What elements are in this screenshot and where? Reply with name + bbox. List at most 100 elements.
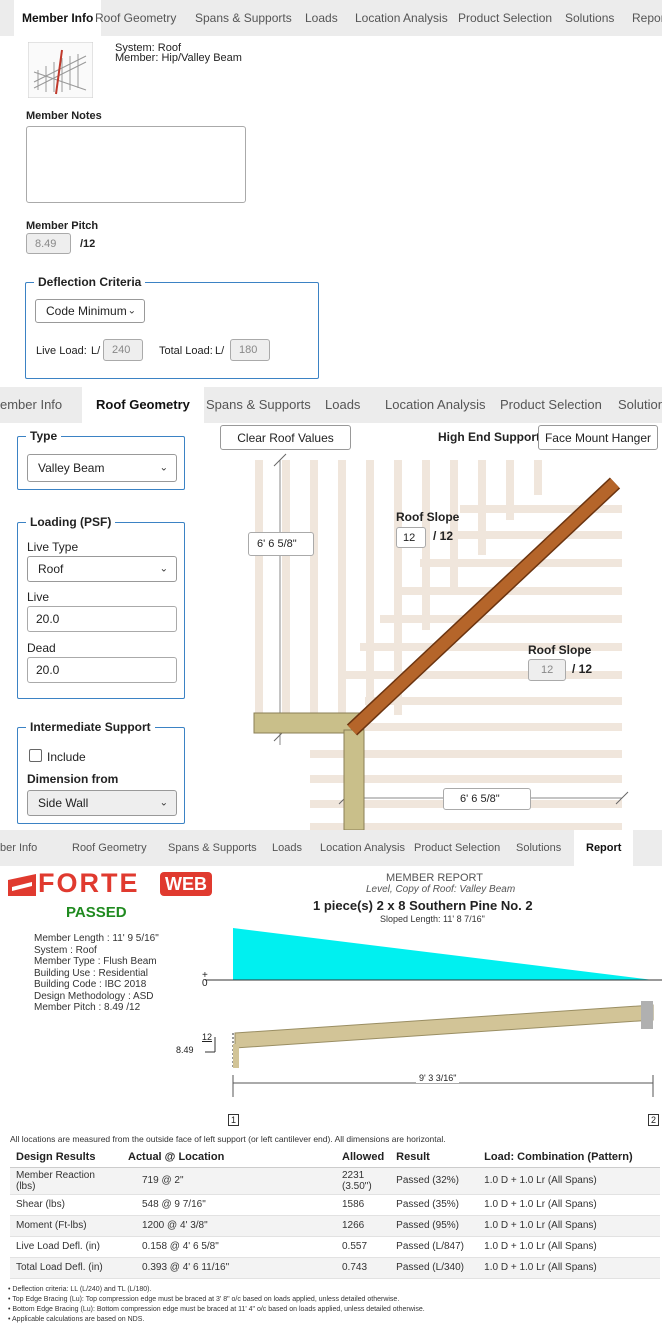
member-info-line: System : Roof	[34, 944, 97, 956]
table-cell: 1200 @ 4' 3/8"	[122, 1215, 262, 1237]
table-row: Moment (Ft-lbs) 1200 @ 4' 3/8" 1266 Pass…	[10, 1215, 660, 1237]
tab-product-selection[interactable]: Product Selection	[458, 11, 552, 25]
tab-roof-geometry[interactable]: Roof Geometry	[82, 387, 204, 423]
deflection-criteria-value: Code Minimum	[46, 304, 127, 318]
web-logo-badge: WEB	[160, 872, 212, 896]
table-cell: 719 @ 2"	[122, 1167, 262, 1195]
member-text: Member: Hip/Valley Beam	[115, 52, 242, 64]
tab-spans-supports[interactable]: Spans & Supports	[206, 397, 311, 412]
vertical-dimension-input[interactable]: 6' 6 5/8"	[248, 532, 314, 556]
tab-member-info[interactable]: Member Info	[14, 0, 102, 36]
member-info-line: Member Pitch : 8.49 /12	[34, 1002, 141, 1013]
tab-report[interactable]: Report	[632, 11, 662, 25]
live-type-select[interactable]: Roof ⌄	[27, 556, 177, 582]
type-select[interactable]: Valley Beam ⌄	[27, 454, 177, 482]
live-input[interactable]: 20.0	[27, 606, 177, 632]
tab-member-info[interactable]: ember Info	[0, 397, 62, 412]
chevron-down-icon: ⌄	[159, 797, 168, 809]
tab-loads[interactable]: Loads	[305, 11, 338, 25]
live-type-value: Roof	[38, 562, 64, 576]
tab-location-analysis[interactable]: Location Analysis	[320, 842, 405, 854]
member-notes-textarea[interactable]	[26, 126, 246, 203]
forte-flag-icon	[8, 874, 36, 896]
roof-slope-input-1[interactable]: 12	[396, 527, 426, 548]
tab-location-analysis[interactable]: Location Analysis	[355, 11, 448, 25]
table-cell: Member Reaction (lbs)	[10, 1167, 122, 1195]
table-cell: Passed (L/340)	[390, 1257, 479, 1279]
table-cell: 1.0 D + 1.0 Lr (All Spans)	[478, 1194, 660, 1216]
note-text: Applicable calculations are based on NDS…	[12, 1316, 145, 1323]
note-text: Top Edge Bracing (Lu): Top compression e…	[12, 1296, 400, 1303]
tab-solutions[interactable]: Solutions	[565, 11, 614, 25]
member-info-line: Building Code : IBC 2018	[34, 979, 147, 990]
roof-slope-label-1: Roof Slope	[396, 510, 460, 524]
load-distribution-area	[233, 928, 653, 980]
table-header: Allowed	[262, 1147, 391, 1168]
member-notes-label: Member Notes	[26, 110, 102, 122]
table-cell: 0.743	[262, 1257, 391, 1279]
tab-spans-supports[interactable]: Spans & Supports	[168, 842, 257, 854]
joist-right-5	[380, 615, 622, 623]
pitch-rise-label: 12	[202, 1032, 213, 1042]
dimension-from-select[interactable]: Side Wall ⌄	[27, 790, 177, 816]
rafter-left-11	[534, 460, 542, 495]
support-1-marker: 1	[228, 1114, 240, 1126]
beam-body	[234, 1004, 654, 1049]
note-text: Deflection criteria: LL (L/240) and TL (…	[12, 1286, 152, 1293]
total-load-l-prefix: L/	[215, 345, 225, 357]
tab-bar-report-view: ber Info Roof Geometry Spans & Supports …	[0, 830, 662, 866]
tab-location-analysis[interactable]: Location Analysis	[385, 397, 485, 412]
tab-spans-supports[interactable]: Spans & Supports	[195, 11, 292, 25]
horizontal-dimension-input[interactable]: 6' 6 5/8"	[443, 788, 531, 810]
rafter-left-1	[255, 460, 263, 715]
note-text: Bottom Edge Bracing (Lu): Bottom compres…	[12, 1306, 425, 1313]
high-end-support-label: High End Support	[438, 430, 540, 444]
table-cell: 1.0 D + 1.0 Lr (All Spans)	[478, 1167, 660, 1195]
forte-logo-text: FORTE	[38, 868, 140, 898]
tab-report[interactable]: Report	[574, 830, 634, 866]
high-end-support-select[interactable]: Face Mount Hanger	[538, 425, 658, 450]
tab-roof-geometry[interactable]: Roof Geometry	[72, 842, 147, 854]
span-dimension-label: 9' 3 3/16"	[416, 1073, 460, 1083]
intermediate-support-legend: Intermediate Support	[26, 720, 155, 734]
dimension-from-value: Side Wall	[38, 796, 89, 810]
rafter-left-8	[450, 460, 458, 590]
tab-product-selection[interactable]: Product Selection	[500, 397, 602, 412]
tab-roof-geometry[interactable]: Roof Geometry	[95, 11, 176, 25]
dead-label: Dead	[27, 641, 56, 655]
table-header: Result	[390, 1147, 479, 1168]
table-cell: 1586	[262, 1194, 391, 1216]
tab-loads[interactable]: Loads	[325, 397, 360, 412]
clear-roof-values-button[interactable]: Clear Roof Values	[220, 425, 351, 450]
tab-solutions[interactable]: Solutions	[618, 397, 662, 412]
deflection-criteria-legend: Deflection Criteria	[34, 275, 146, 289]
roof-slope-input-2[interactable]: 12	[528, 659, 566, 681]
dimension-from-label: Dimension from	[27, 772, 119, 786]
tab-member-info[interactable]: ber Info	[0, 842, 37, 854]
total-load-input[interactable]: 180	[230, 339, 270, 361]
table-cell: Passed (L/847)	[390, 1236, 479, 1258]
table-row: Member Reaction (lbs) 719 @ 2" 2231 (3.5…	[10, 1167, 660, 1195]
tab-product-selection[interactable]: Product Selection	[414, 842, 500, 854]
locations-note: All locations are measured from the outs…	[10, 1134, 446, 1144]
live-load-input[interactable]: 240	[103, 339, 143, 361]
type-legend: Type	[26, 429, 62, 443]
live-load-label: Live Load:	[36, 345, 87, 357]
chevron-down-icon: ⌄	[159, 563, 168, 575]
table-cell: 0.158 @ 4' 6 5/8"	[122, 1236, 262, 1258]
chevron-down-icon: ⌄	[159, 462, 168, 474]
roof-slope-label-2: Roof Slope	[528, 643, 592, 657]
tab-loads[interactable]: Loads	[272, 842, 302, 854]
joist-right-2	[440, 531, 622, 539]
type-value: Valley Beam	[38, 461, 105, 475]
joist-right-9	[365, 723, 622, 731]
tab-solutions[interactable]: Solutions	[516, 842, 561, 854]
table-cell: 1266	[262, 1215, 391, 1237]
joist-right-8	[365, 697, 622, 705]
dead-input[interactable]: 20.0	[27, 657, 177, 683]
member-pitch-input[interactable]: 8.49	[26, 233, 71, 254]
member-info-list: Member Length : 11' 9 5/16" System : Roo…	[34, 933, 159, 1014]
deflection-criteria-select[interactable]: Code Minimum ⌄	[35, 299, 145, 323]
table-cell: 548 @ 9 7/16"	[122, 1194, 262, 1216]
include-checkbox[interactable]	[29, 749, 42, 762]
